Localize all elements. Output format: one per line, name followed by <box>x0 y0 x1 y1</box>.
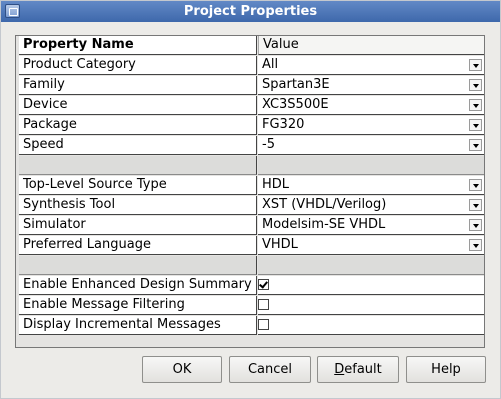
dropdown-value: XST (VHDL/Verilog) <box>262 197 387 212</box>
column-header-property-name: Property Name <box>19 36 257 55</box>
chevron-down-icon[interactable] <box>469 199 482 211</box>
chevron-down-icon[interactable] <box>469 179 482 191</box>
dropdown-value: XC3S500E <box>262 97 329 112</box>
top-level-source-type-dropdown[interactable]: HDL <box>258 176 484 195</box>
product-category-dropdown[interactable]: All <box>258 56 484 75</box>
cancel-button[interactable]: Cancel <box>229 356 311 383</box>
chevron-down-icon[interactable] <box>469 139 482 151</box>
dropdown-value: -5 <box>262 137 275 152</box>
device-dropdown[interactable]: XC3S500E <box>258 96 484 115</box>
title-bar[interactable]: Project Properties <box>1 1 500 22</box>
ok-button-label: OK <box>172 362 192 377</box>
empty-cell <box>258 156 484 175</box>
dropdown-value: All <box>262 57 279 72</box>
package-dropdown[interactable]: FG320 <box>258 116 484 135</box>
table-row: Enable Message Filtering <box>16 296 484 316</box>
display-incremental-messages-checkbox[interactable] <box>258 319 269 330</box>
table-row-separator <box>16 256 484 276</box>
dropdown-value: Spartan3E <box>262 77 330 92</box>
family-dropdown[interactable]: Spartan3E <box>258 76 484 95</box>
properties-table: Property Name Value Product Category All… <box>15 35 485 348</box>
speed-dropdown[interactable]: -5 <box>258 136 484 155</box>
table-row: Package FG320 <box>16 116 484 136</box>
chevron-down-icon[interactable] <box>469 79 482 91</box>
table-row: Display Incremental Messages <box>16 316 484 336</box>
enable-message-filtering-checkbox[interactable] <box>258 299 269 310</box>
property-name: Speed <box>19 136 257 155</box>
window-title: Project Properties <box>183 4 318 19</box>
table-row: Synthesis Tool XST (VHDL/Verilog) <box>16 196 484 216</box>
simulator-dropdown[interactable]: Modelsim-SE VHDL <box>258 216 484 235</box>
property-name: Device <box>19 96 257 115</box>
chevron-down-icon[interactable] <box>469 119 482 131</box>
table-row: Enable Enhanced Design Summary <box>16 276 484 296</box>
table-row: Speed -5 <box>16 136 484 156</box>
dropdown-value: VHDL <box>262 237 298 252</box>
chevron-down-icon[interactable] <box>469 239 482 251</box>
help-button-label: Help <box>431 362 461 377</box>
project-properties-dialog: Project Properties Property Name Value P… <box>0 0 501 399</box>
property-name: Enable Enhanced Design Summary <box>19 276 257 295</box>
property-name: Display Incremental Messages <box>19 316 257 335</box>
dropdown-value: HDL <box>262 177 290 192</box>
property-name: Preferred Language <box>19 236 257 255</box>
help-button[interactable]: Help <box>406 356 486 383</box>
display-incremental-messages-cell <box>258 316 484 335</box>
table-row-separator <box>16 156 484 176</box>
enable-enhanced-design-summary-checkbox[interactable] <box>258 279 269 290</box>
property-name: Package <box>19 116 257 135</box>
table-row: Device XC3S500E <box>16 96 484 116</box>
property-name: Product Category <box>19 56 257 75</box>
property-name: Simulator <box>19 216 257 235</box>
chevron-down-icon[interactable] <box>469 59 482 71</box>
property-name: Synthesis Tool <box>19 196 257 215</box>
column-header-value: Value <box>258 36 484 55</box>
empty-cell <box>258 256 484 275</box>
ok-button[interactable]: OK <box>142 356 222 383</box>
table-row: Family Spartan3E <box>16 76 484 96</box>
default-button-label: efault <box>344 362 382 377</box>
dropdown-value: Modelsim-SE VHDL <box>262 217 386 232</box>
preferred-language-dropdown[interactable]: VHDL <box>258 236 484 255</box>
table-row: Product Category All <box>16 56 484 76</box>
property-name: Top-Level Source Type <box>19 176 257 195</box>
default-button[interactable]: Default <box>317 356 399 383</box>
cancel-button-label: Cancel <box>247 362 293 377</box>
synthesis-tool-dropdown[interactable]: XST (VHDL/Verilog) <box>258 196 484 215</box>
default-button-mnemonic: D <box>334 362 345 377</box>
property-name: Family <box>19 76 257 95</box>
table-row: Simulator Modelsim-SE VHDL <box>16 216 484 236</box>
table-header: Property Name Value <box>16 36 484 56</box>
table-row: Top-Level Source Type HDL <box>16 176 484 196</box>
enable-message-filtering-cell <box>258 296 484 315</box>
empty-cell <box>19 256 257 275</box>
empty-cell <box>19 156 257 175</box>
dropdown-value: FG320 <box>262 117 305 132</box>
table-row: Preferred Language VHDL <box>16 236 484 256</box>
chevron-down-icon[interactable] <box>469 219 482 231</box>
chevron-down-icon[interactable] <box>469 99 482 111</box>
property-name: Enable Message Filtering <box>19 296 257 315</box>
enable-enhanced-design-summary-cell <box>258 276 484 295</box>
